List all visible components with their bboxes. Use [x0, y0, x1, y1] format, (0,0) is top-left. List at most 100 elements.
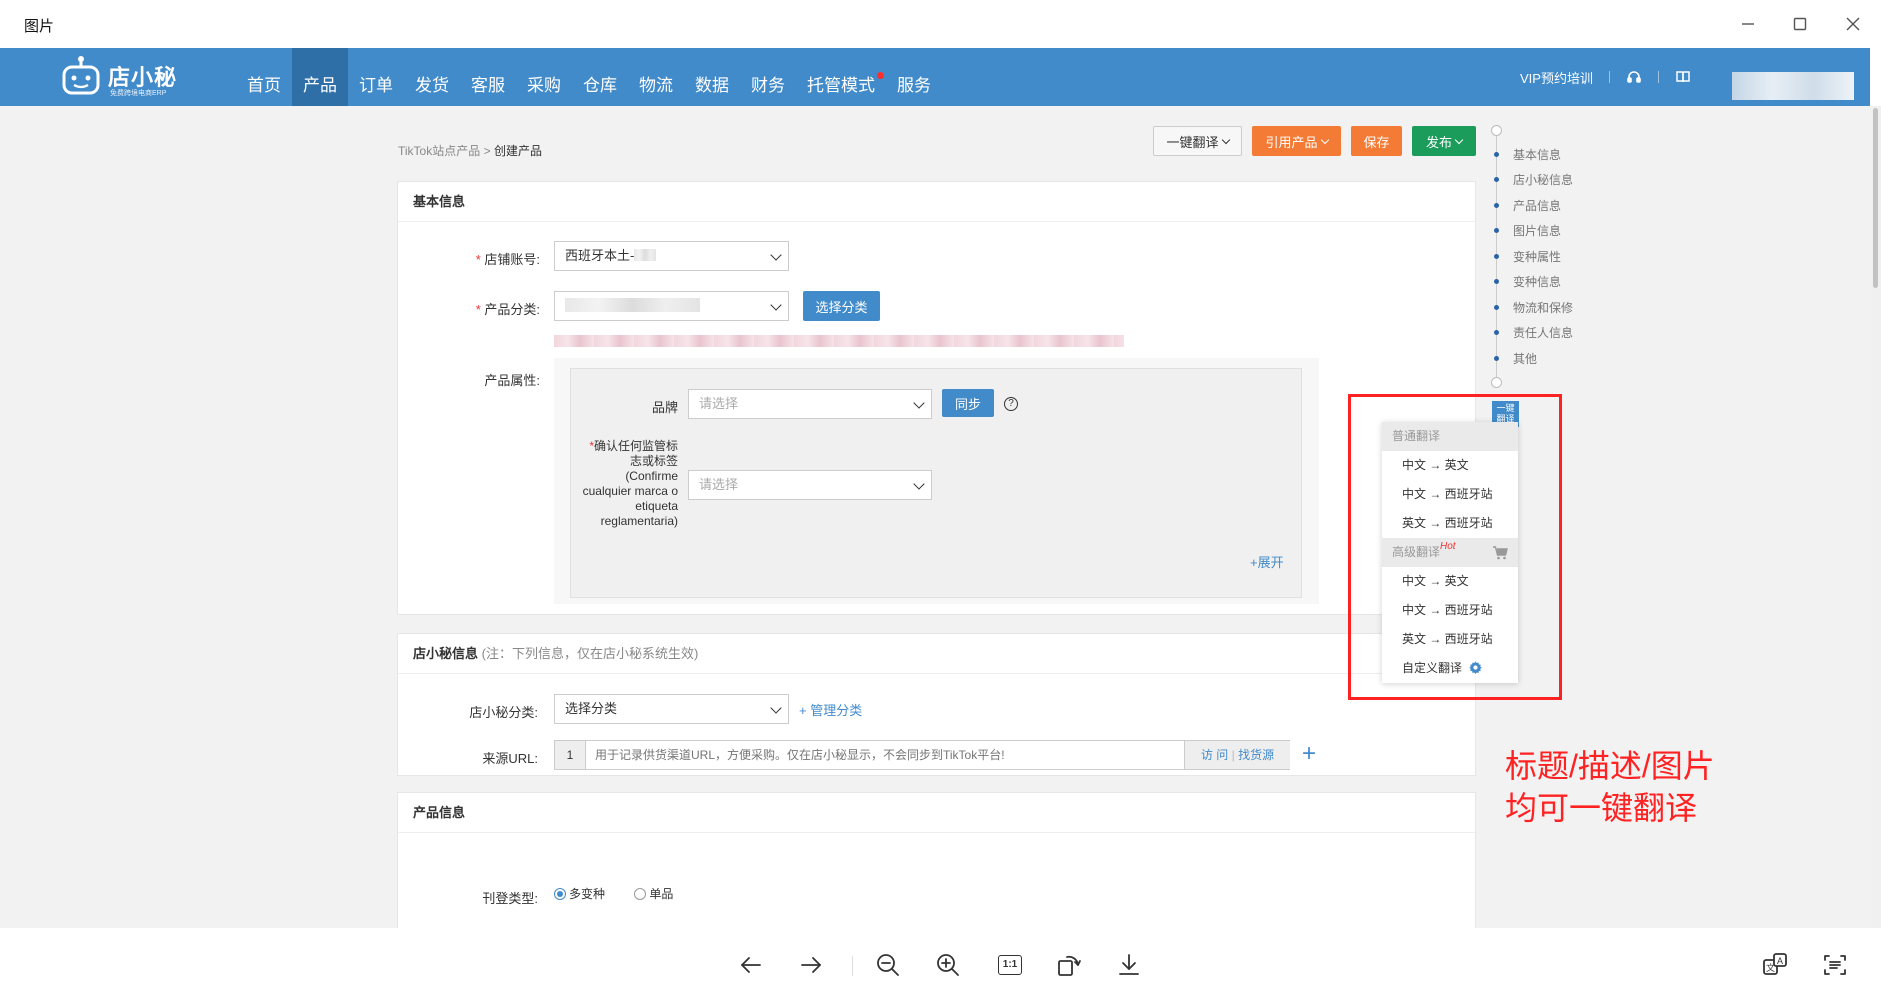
brand-subtitle: 免费跨境电商ERP — [110, 90, 167, 97]
shop-account-value: 西班牙本土- — [565, 248, 635, 263]
nav-item[interactable]: 财务 — [740, 48, 796, 106]
nav-item[interactable]: 托管模式 — [796, 48, 886, 106]
window-titlebar: 图片 — [0, 0, 1881, 48]
anchor-item[interactable]: 基本信息 — [1491, 146, 1561, 162]
publish-button[interactable]: 发布 — [1412, 126, 1476, 156]
anchor-item[interactable]: 责任人信息 — [1491, 325, 1573, 341]
arrow-left-icon[interactable] — [734, 948, 768, 982]
save-button[interactable]: 保存 — [1351, 126, 1402, 156]
radio-multi[interactable]: 多变种 — [554, 887, 605, 901]
highlight-box — [1348, 394, 1562, 700]
main-nav: 首页 产品 订单 发货 客服 采购 仓库 物流 数据 财务 托管模式 服务 — [236, 48, 942, 106]
anchor-label: 其他 — [1513, 351, 1538, 366]
headset-icon[interactable] — [1626, 69, 1642, 85]
translate-button[interactable]: 一键翻译 — [1153, 126, 1242, 156]
sync-button[interactable]: 同步 — [942, 389, 994, 417]
source-url-input[interactable] — [587, 741, 1177, 769]
chevron-down-icon — [1221, 135, 1230, 144]
anchor-item[interactable]: 物流和保修 — [1491, 299, 1573, 315]
category-select[interactable] — [554, 291, 789, 321]
chevron-down-icon — [913, 397, 925, 409]
zoom-out-icon[interactable] — [871, 948, 905, 982]
anchor-dot — [1494, 355, 1499, 361]
regulatory-select[interactable]: 请选择 — [688, 470, 932, 500]
page-scrollbar[interactable] — [1870, 106, 1881, 928]
brand-select[interactable]: 请选择 — [688, 389, 932, 419]
anchor-item[interactable]: 变种属性 — [1491, 248, 1561, 264]
breadcrumb-parent[interactable]: TikTok站点产品 — [398, 144, 480, 158]
zoom-in-icon[interactable] — [931, 948, 965, 982]
svg-text:A: A — [1777, 956, 1783, 966]
annotation-line1: 标题/描述/图片 — [1505, 748, 1715, 784]
translate-button-label: 一键翻译 — [1166, 134, 1219, 150]
import-button-label: 引用产品 — [1265, 134, 1318, 150]
anchor-label: 物流和保修 — [1513, 300, 1574, 315]
svg-text:文: 文 — [1766, 962, 1775, 974]
nav-item[interactable]: 订单 — [348, 48, 404, 106]
help-icon[interactable]: ? — [1004, 397, 1018, 411]
nav-item[interactable]: 仓库 — [572, 48, 628, 106]
annotation-line2: 均可一键翻译 — [1505, 790, 1698, 826]
close-icon[interactable] — [1837, 8, 1869, 40]
shop-account-select[interactable]: 西班牙本土- — [554, 241, 789, 271]
rotate-icon[interactable] — [1052, 948, 1086, 982]
choose-category-button[interactable]: 选择分类 — [803, 291, 880, 321]
anchor-item[interactable]: 图片信息 — [1491, 223, 1561, 239]
anchor-item[interactable]: 变种信息 — [1491, 274, 1561, 290]
nav-item[interactable]: 物流 — [628, 48, 684, 106]
actual-size-icon[interactable]: 1:1 — [993, 948, 1027, 982]
anchor-dot — [1494, 253, 1499, 259]
anchor-item[interactable]: 店小秘信息 — [1491, 172, 1573, 188]
vip-training-link[interactable]: VIP预约培训 — [1520, 68, 1593, 87]
anchor-item[interactable]: 其他 — [1491, 350, 1537, 366]
source-url-field: 1 访 问 | 找货源 — [554, 740, 1290, 770]
arrow-right-icon[interactable] — [794, 948, 828, 982]
top-navbar: 店小秘 免费跨境电商ERP 首页 产品 订单 发货 客服 采购 仓库 物流 数据 财务 托管模式 服务… — [0, 48, 1870, 106]
nav-item[interactable]: 采购 — [516, 48, 572, 106]
anchor-dot — [1494, 330, 1499, 335]
translate-icon[interactable]: A文 — [1758, 948, 1792, 982]
anchor-label: 图片信息 — [1513, 224, 1562, 238]
import-product-button[interactable]: 引用产品 — [1252, 126, 1341, 156]
brand-logo[interactable]: 店小秘 免费跨境电商ERP — [58, 54, 188, 100]
actual-size-label: 1:1 — [998, 955, 1022, 975]
radio-single[interactable]: 单品 — [634, 887, 673, 901]
dxm-category-label: 店小秘分类: — [469, 705, 538, 720]
minimize-icon[interactable] — [1732, 8, 1764, 40]
find-source-link[interactable]: 找货源 — [1238, 748, 1274, 762]
anchor-item[interactable]: 产品信息 — [1491, 197, 1561, 213]
nav-item[interactable]: 服务 — [886, 48, 942, 106]
robot-logo-icon — [62, 56, 100, 95]
chevron-down-icon — [770, 249, 782, 261]
manage-category-link[interactable]: + 管理分类 — [799, 700, 862, 719]
add-url-icon[interactable]: + — [1302, 742, 1316, 766]
dxm-category-select[interactable]: 选择分类 — [554, 694, 789, 724]
breadcrumb-sep: > — [483, 144, 491, 158]
download-icon[interactable] — [1112, 948, 1146, 982]
expand-link[interactable]: +展开 — [1250, 552, 1284, 571]
listing-type-label: 刊登类型: — [482, 891, 538, 906]
maximize-icon[interactable] — [1784, 8, 1816, 40]
chevron-down-icon — [770, 299, 782, 311]
annotation-text: 标题/描述/图片 均可一键翻译 — [1505, 745, 1715, 829]
category-label: * 产品分类: — [475, 302, 540, 317]
user-account-box[interactable] — [1732, 72, 1854, 100]
ocr-icon[interactable] — [1818, 948, 1852, 982]
chevron-down-icon — [770, 702, 782, 714]
listing-type-radios: 多变种 单品 — [554, 885, 673, 902]
book-icon[interactable] — [1675, 69, 1691, 85]
toolbar-divider — [852, 956, 853, 976]
nav-item[interactable]: 发货 — [404, 48, 460, 106]
divider — [1657, 71, 1659, 83]
attr-label: 产品属性: — [484, 373, 540, 388]
anchor-dot — [1494, 202, 1499, 208]
nav-item[interactable]: 数据 — [684, 48, 740, 106]
nav-item[interactable]: 产品 — [292, 48, 348, 106]
regulatory-placeholder: 请选择 — [699, 477, 739, 492]
product-info-panel: 产品信息 — [397, 792, 1476, 928]
viewer-toolbar: 1:1 A文 — [0, 928, 1881, 999]
chevron-down-icon — [913, 478, 925, 490]
visit-link[interactable]: 访 问 — [1201, 748, 1228, 762]
nav-item[interactable]: 首页 — [236, 48, 292, 106]
nav-item[interactable]: 客服 — [460, 48, 516, 106]
